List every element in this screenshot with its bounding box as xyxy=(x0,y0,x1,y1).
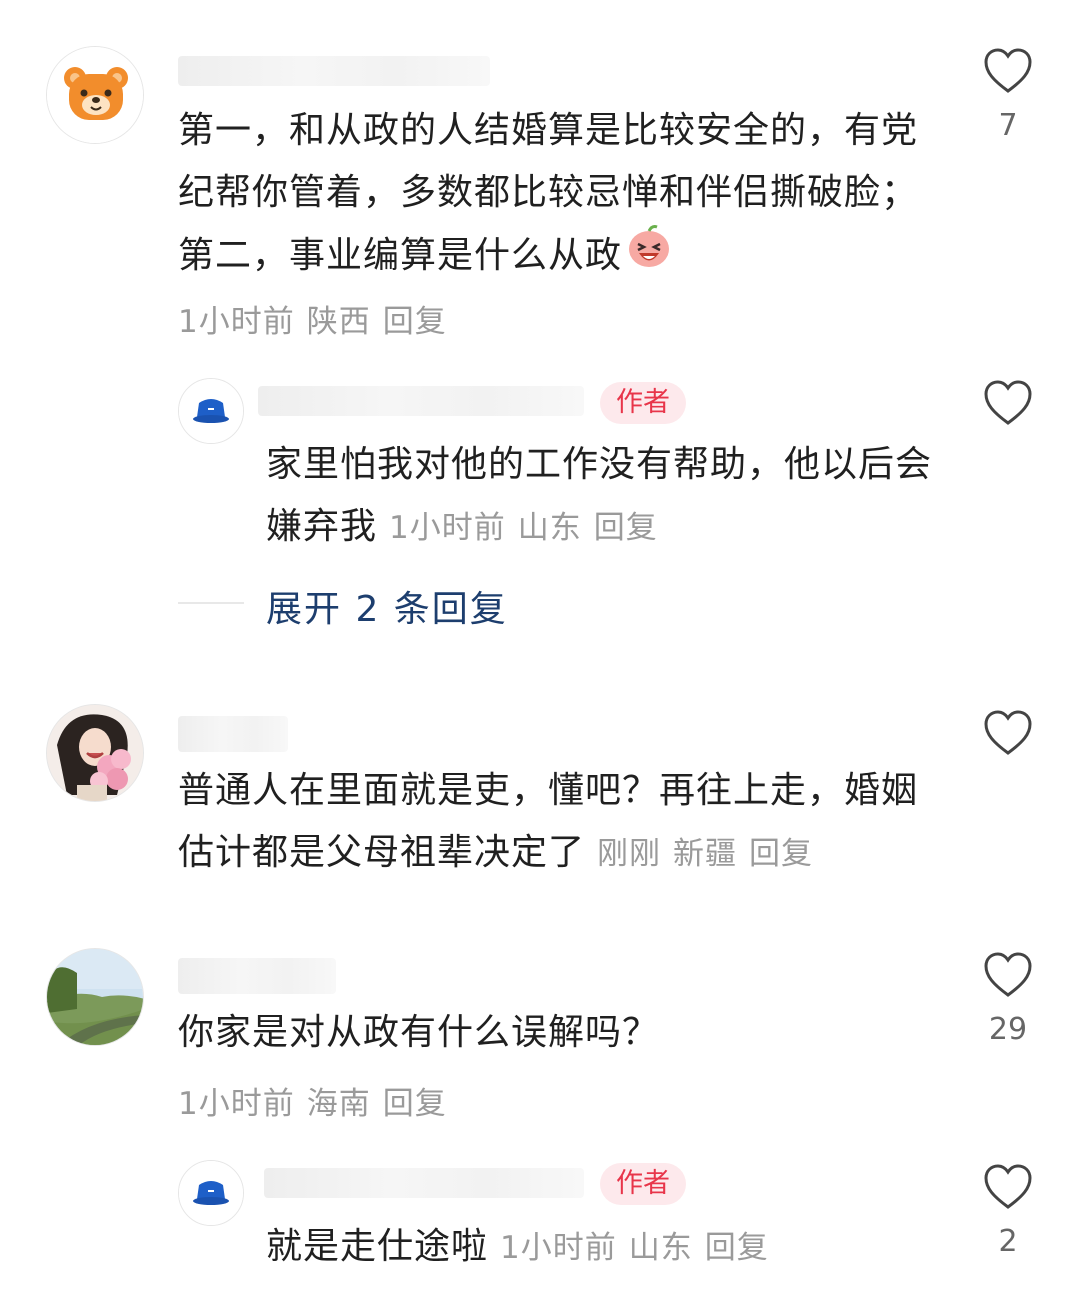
reply-button[interactable]: 回复 xyxy=(705,1230,769,1266)
road-landscape-avatar[interactable] xyxy=(46,948,144,1046)
location: 新疆 xyxy=(673,836,738,872)
username-blurred[interactable] xyxy=(264,1168,584,1198)
author-badge: 作者 xyxy=(600,382,686,424)
comment-text: 你家是对从政有什么误解吗？ xyxy=(178,1012,660,1053)
reply-text: 家里怕我对他的工作没有帮助，他以后会嫌弃我 1小时前 山东 回复 xyxy=(266,444,933,547)
username-blurred[interactable] xyxy=(178,56,490,86)
reply-button[interactable]: 回复 xyxy=(383,304,447,340)
like-button[interactable] xyxy=(978,710,1038,756)
username-blurred[interactable] xyxy=(178,958,336,994)
reply-button[interactable]: 回复 xyxy=(383,1086,447,1122)
timestamp: 1小时前 xyxy=(178,304,295,340)
bucket-hat-icon xyxy=(179,379,243,443)
username-blurred[interactable] xyxy=(178,716,288,752)
like-button[interactable]: 2 xyxy=(978,1164,1038,1259)
comment-meta: 1小时前 陕西 回复 xyxy=(178,296,459,341)
expand-divider xyxy=(178,602,244,604)
comment-text: 第一，和从政的人结婚算是比较安全的，有党纪帮你管着，多数都比较忌惮和伴侣撕破脸；… xyxy=(178,100,948,290)
author-badge: 作者 xyxy=(600,1163,686,1205)
comment-text: 普通人在里面就是吏，懂吧？再往上走，婚姻估计都是父母祖辈决定了 刚刚 新疆 回复 xyxy=(178,770,919,873)
username-blurred[interactable] xyxy=(258,386,584,416)
laughing-face-emoji-icon xyxy=(626,224,672,290)
like-button[interactable]: 7 xyxy=(978,48,1038,143)
location: 陕西 xyxy=(306,304,371,340)
like-button[interactable]: 29 xyxy=(978,952,1038,1047)
expand-replies-button[interactable]: 展开 2 条回复 xyxy=(266,580,508,632)
timestamp: 1小时前 xyxy=(500,1230,617,1266)
bucket-hat-avatar[interactable] xyxy=(178,1160,244,1226)
bear-icon xyxy=(47,47,143,143)
reply-button[interactable]: 回复 xyxy=(749,836,813,872)
timestamp: 1小时前 xyxy=(389,510,506,546)
road-landscape-icon xyxy=(47,949,143,1045)
reply-button[interactable]: 回复 xyxy=(594,510,658,546)
bear-avatar[interactable] xyxy=(46,46,144,144)
heart-icon xyxy=(984,380,1032,425)
heart-icon xyxy=(984,710,1032,755)
location: 海南 xyxy=(306,1086,371,1122)
heart-icon xyxy=(984,952,1032,997)
like-count: 29 xyxy=(988,1012,1028,1047)
like-count: 2 xyxy=(998,1224,1018,1259)
girl-with-flowers-avatar[interactable] xyxy=(46,704,144,802)
comment-meta: 1小时前 海南 回复 xyxy=(178,1078,459,1123)
like-button[interactable] xyxy=(978,380,1038,426)
location: 山东 xyxy=(628,1230,693,1266)
bucket-hat-avatar[interactable] xyxy=(178,378,244,444)
reply-text: 就是走仕途啦 1小时前 山东 回复 xyxy=(266,1226,769,1267)
girl-flowers-icon xyxy=(47,705,143,801)
timestamp: 1小时前 xyxy=(178,1086,295,1122)
bucket-hat-icon xyxy=(179,1161,243,1225)
timestamp: 刚刚 xyxy=(597,836,662,872)
like-count: 7 xyxy=(998,108,1018,143)
heart-icon xyxy=(984,1164,1032,1209)
heart-icon xyxy=(984,48,1032,93)
location: 山东 xyxy=(517,510,582,546)
